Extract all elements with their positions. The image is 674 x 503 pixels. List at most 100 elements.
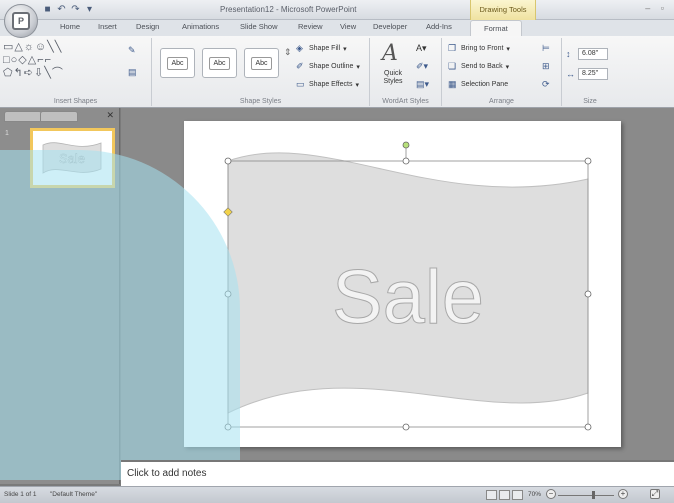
redo-icon[interactable]: ↷ [70,4,81,15]
save-icon[interactable]: ■ [42,4,53,15]
group-icon[interactable]: ⊞ [542,62,552,71]
rotate-icon[interactable]: ⟳ [542,80,552,89]
tab-view[interactable]: View [340,22,356,31]
paint-bucket-icon: ◈ [296,43,303,53]
outline-tab[interactable] [40,111,78,122]
dropdown-icon: ▾ [505,63,510,71]
shape-outline-label: Shape Outline [309,63,354,70]
shape-style-2[interactable]: Abc [202,48,237,78]
office-button[interactable]: P [4,4,38,38]
ribbon: ▭△☼☺╲╲ □○◇△⌐⌐ ⬠↰➪⇩╲⌒ ✎ ▤ Insert Shapes Abc… [0,36,674,108]
thumbnail-banner: Sale [42,142,102,174]
shape-width-icon: ↔ [566,69,575,79]
shape-style-1[interactable]: Abc [160,48,195,78]
status-bar: Slide 1 of 1 "Default Theme" 70% − + ⤢ [0,486,674,503]
pencil-icon: ✐ [296,61,304,71]
bring-to-front-button[interactable]: ❐ Bring to Front ▾ [448,44,510,53]
quick-styles-button[interactable]: Quick Styles [380,70,406,86]
shape-height-input[interactable]: 6.08" [578,48,608,60]
dropdown-icon: ▾ [343,45,347,53]
tab-slide-show[interactable]: Slide Show [240,22,278,31]
tab-add-ins[interactable]: Add-Ins [426,22,452,31]
shape-fill-label: Shape Fill [309,45,341,52]
shape-effects-label: Shape Effects [309,81,353,88]
insert-shapes-label: Insert Shapes [53,98,98,105]
notes-pane[interactable]: Click to add notes [121,460,674,486]
slide-count: Slide 1 of 1 [4,491,37,498]
gallery-scroll-icon[interactable]: ⇕ [284,48,294,57]
zoom-in-icon[interactable]: + [618,489,628,499]
shape-fill-button[interactable]: ◈ Shape Fill ▾ [296,44,347,53]
tab-insert[interactable]: Insert [98,22,117,31]
normal-view-icon[interactable] [486,490,497,500]
tab-animations[interactable]: Animations [182,22,219,31]
arrange-label: Arrange [489,98,514,105]
dropdown-icon: ▾ [355,81,359,89]
shape-width-input[interactable]: 8.25" [578,68,608,80]
resize-handle-sw[interactable] [224,423,232,431]
dropdown-icon: ▾ [356,63,360,71]
drawing-tools-header: Drawing Tools [470,0,536,20]
resize-handle-nw[interactable] [224,157,232,165]
align-icon[interactable]: ⊨ [542,44,552,53]
send-to-back-button[interactable]: ❏ Send to Back ▾ [448,62,509,71]
text-outline-icon[interactable]: ✐▾ [416,62,428,71]
wordart-a-icon[interactable]: A [382,41,398,66]
zoom-slider-thumb[interactable] [592,491,595,499]
shapes-gallery[interactable]: ▭△☼☺╲╲ □○◇△⌐⌐ ⬠↰➪⇩╲⌒ [3,41,113,80]
customize-qat-icon[interactable]: ▾ [84,4,95,15]
view-buttons [486,490,523,500]
notes-placeholder: Click to add notes [127,468,207,479]
title-bar: ■ ↶ ↷ ▾ Presentation12 - Microsoft Power… [0,0,674,20]
slides-tab[interactable] [4,111,42,122]
shape-styles-label: Shape Styles [239,98,282,105]
tab-design[interactable]: Design [136,22,159,31]
resize-handle-w[interactable] [224,290,232,298]
resize-handle-e[interactable] [584,290,592,298]
quick-access-toolbar: ■ ↶ ↷ ▾ [42,4,95,15]
shape-height-icon: ↕ [566,49,571,59]
thumbnail-text: Sale [59,151,85,166]
resize-handle-s[interactable] [402,423,410,431]
pane-tabs: ✕ [4,110,116,123]
fit-to-window-icon[interactable]: ⤢ [650,489,660,499]
text-effects-icon[interactable]: ▤▾ [416,80,429,89]
tab-home[interactable]: Home [60,22,80,31]
edit-shape-icon[interactable]: ✎ [128,46,138,55]
undo-icon[interactable]: ↶ [56,4,67,15]
shape-style-3[interactable]: Abc [244,48,279,78]
shape-effects-button[interactable]: ▭ Shape Effects ▾ [296,80,359,89]
zoom-level[interactable]: 70% [528,491,541,498]
size-group: ↕ 6.08" ↔ 8.25" Size [562,38,618,106]
tab-review[interactable]: Review [298,22,323,31]
text-box-icon[interactable]: ▤ [128,68,138,77]
tab-format[interactable]: Format [470,20,522,36]
effects-icon: ▭ [296,79,305,89]
close-pane-icon[interactable]: ✕ [106,110,114,121]
shape-styles-group: Abc Abc Abc ⇕ ◈ Shape Fill ▾ ✐ Shape Outlin… [152,38,370,106]
slide-number: 1 [5,130,9,137]
dropdown-icon: ▾ [506,45,510,53]
send-to-back-label: Send to Back [461,63,503,70]
insert-shapes-group: ▭△☼☺╲╲ □○◇△⌐⌐ ⬠↰➪⇩╲⌒ ✎ ▤ Insert Shapes [0,38,152,106]
rotation-handle[interactable] [402,141,410,149]
selection-pane-icon: ▦ [448,79,457,89]
resize-handle-n[interactable] [402,157,410,165]
zoom-out-icon[interactable]: − [546,489,556,499]
arrange-group: ❐ Bring to Front ▾ ❏ Send to Back ▾ ▦ Selecti… [442,38,562,106]
ribbon-tabs: Home Insert Design Animations Slide Show… [0,20,674,36]
resize-handle-ne[interactable] [584,157,592,165]
text-fill-icon[interactable]: A▾ [416,44,427,53]
slide-canvas[interactable]: Sale [184,121,621,447]
theme-name: "Default Theme" [50,491,98,498]
slide-thumbnail[interactable]: Sale [30,128,115,188]
zoom-slider[interactable] [558,495,614,496]
tab-developer[interactable]: Developer [373,22,407,31]
shape-outline-button[interactable]: ✐ Shape Outline ▾ [296,62,360,71]
slide-show-view-icon[interactable] [512,490,523,500]
window-controls[interactable]: – ▫ [645,3,668,13]
slide-sorter-view-icon[interactable] [499,490,510,500]
resize-handle-se[interactable] [584,423,592,431]
slide-title-text[interactable]: Sale [331,255,484,341]
selection-pane-button[interactable]: ▦ Selection Pane [448,80,508,89]
